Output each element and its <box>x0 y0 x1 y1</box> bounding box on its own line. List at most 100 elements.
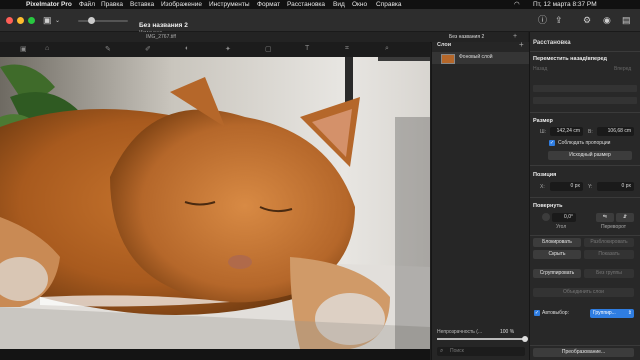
width-field[interactable]: 142,24 cm <box>550 127 583 136</box>
layers-panel: Слои + Фоновый слой Непрозрачность (... … <box>431 40 529 360</box>
zoom-slider[interactable] <box>78 17 128 24</box>
type-tool-icon[interactable]: T <box>305 45 309 52</box>
align-row-1[interactable] <box>533 85 637 92</box>
opacity-value[interactable]: 100 % <box>500 329 514 335</box>
menu-format[interactable]: Формат <box>257 0 280 9</box>
menu-bar: Pixelmator Pro Файл Правка Вставка Изобр… <box>0 0 640 9</box>
palette-icon[interactable]: ◉ <box>603 15 611 25</box>
x-field[interactable]: 0 px <box>550 182 583 191</box>
arrange-tool-icon[interactable]: ⌂ <box>45 45 49 52</box>
flip-vertical-icon: ⇵ <box>622 214 628 220</box>
tools-strip: ▣ ⌂ ✎ ✐ ◐ ✦ ▢ T ⌗ ⌕ <box>0 42 430 57</box>
lock-button[interactable]: Блокировать <box>533 238 581 247</box>
autoselect-value: Группир... <box>593 310 616 316</box>
color-tool-icon[interactable]: ◐ <box>185 45 189 52</box>
tab-img-2767[interactable]: IMG_2767.tiff <box>146 32 176 42</box>
chevron-updown-icon: ⇕ <box>627 310 632 316</box>
move-tool-icon[interactable]: ▣ <box>20 45 27 53</box>
autoselect-checkbox[interactable]: ✓ <box>534 310 540 316</box>
menu-view[interactable]: Вид <box>333 0 345 9</box>
menu-file[interactable]: Файл <box>79 0 95 9</box>
tab-active-document[interactable]: Без названия 2 <box>449 32 484 42</box>
show-button[interactable]: Показать <box>584 250 634 259</box>
group-button[interactable]: Сгруппировать <box>533 269 581 278</box>
opacity-slider[interactable] <box>437 336 528 342</box>
arrange-title: Расстановка <box>533 40 571 46</box>
zoom-window-button[interactable] <box>28 17 35 24</box>
tools-icon[interactable]: ⚙ <box>583 15 591 25</box>
autoselect-label: Автовыбор: <box>542 310 569 316</box>
effects-tool-icon[interactable]: ✦ <box>225 45 231 53</box>
keep-ratio-checkbox[interactable]: ✓ <box>549 140 555 146</box>
keep-ratio-label: Соблюдать пропорции <box>558 140 611 146</box>
layer-row[interactable]: Фоновый слой <box>432 52 529 64</box>
move-section-title: Переместить назад/вперед <box>533 56 608 62</box>
angle-field[interactable]: 0,0° <box>552 213 576 222</box>
rotate-section-title: Повернуть <box>533 203 563 209</box>
app-menu[interactable]: Pixelmator Pro <box>26 0 72 9</box>
angle-dial[interactable] <box>542 213 550 221</box>
toolbar: ▣ ⌄ Без названия 2 Изменено ⓘ ⇪ ⚙ ◉ ▤ <box>0 9 640 36</box>
menu-tools[interactable]: Инструменты <box>209 0 250 9</box>
position-section-title: Позиция <box>533 172 557 178</box>
menubar-clock[interactable]: Пт, 12 марта 8:37 PM <box>533 0 597 9</box>
brush-tool-icon[interactable]: ✐ <box>145 45 151 53</box>
opacity-slider-knob[interactable] <box>522 336 528 342</box>
document-title: Без названия 2 <box>139 22 188 29</box>
cat-photo <box>0 57 430 349</box>
unlock-button[interactable]: Разблокировать <box>584 238 634 247</box>
canvas-footer <box>0 349 430 360</box>
search-icon: ⌕ <box>440 348 444 354</box>
zoom-slider-knob[interactable] <box>88 17 95 24</box>
chevron-down-icon[interactable]: ⌄ <box>55 16 60 26</box>
y-field[interactable]: 0 px <box>597 182 634 191</box>
layer-thumbnail <box>441 54 455 64</box>
original-size-button[interactable]: Исходный размер <box>548 151 632 160</box>
info-icon[interactable]: ⓘ <box>538 15 547 25</box>
merge-layers-button[interactable]: Объединить слои <box>533 288 634 297</box>
new-tab-button[interactable]: + <box>513 32 517 42</box>
selection-tool-icon[interactable]: ▢ <box>265 45 272 53</box>
move-forward-label: Вперед <box>614 66 632 72</box>
flip-vertical-button[interactable]: ⇵ <box>616 213 634 222</box>
move-back-label: Назад <box>533 66 548 72</box>
menu-edit[interactable]: Правка <box>101 0 123 9</box>
flip-horizontal-button[interactable]: ⇋ <box>596 213 614 222</box>
menu-arrange[interactable]: Расстановка <box>287 0 325 9</box>
crop-tool-icon[interactable]: ⌗ <box>345 45 349 53</box>
image-canvas[interactable] <box>0 57 430 349</box>
transform-button[interactable]: Преобразование... <box>533 348 634 357</box>
autoselect-dropdown[interactable]: Группир... ⇕ <box>590 309 634 318</box>
menu-insert[interactable]: Вставка <box>130 0 154 9</box>
minimize-window-button[interactable] <box>17 17 24 24</box>
zoom-tool-icon[interactable]: ⌕ <box>385 45 389 53</box>
layers-title: Слои <box>437 42 452 48</box>
menu-window[interactable]: Окно <box>352 0 367 9</box>
menu-help[interactable]: Справка <box>376 0 402 9</box>
flip-horizontal-icon: ⇋ <box>602 214 608 220</box>
height-field[interactable]: 106,68 cm <box>597 127 634 136</box>
layer-name: Фоновый слой <box>459 54 493 60</box>
close-window-button[interactable] <box>6 17 13 24</box>
add-layer-button[interactable]: + <box>519 40 524 49</box>
opacity-slider-fill <box>437 338 525 340</box>
share-icon[interactable]: ⇪ <box>555 15 563 25</box>
align-row-2[interactable] <box>533 97 637 104</box>
wifi-icon[interactable]: ◠ <box>514 0 520 9</box>
layer-search-field[interactable]: ⌕ Поиск <box>437 347 525 356</box>
sidebar-right-icon[interactable]: ▤ <box>622 15 631 25</box>
opacity-label: Непрозрачность (... <box>437 329 483 335</box>
size-section-title: Размер <box>533 118 553 124</box>
angle-label: Угол <box>556 224 567 230</box>
height-label: В: <box>588 129 593 135</box>
layer-search-placeholder: Поиск <box>450 348 464 354</box>
ungroup-button[interactable]: Без группы <box>584 269 634 278</box>
sidebar-toggle-icon[interactable]: ▣ <box>43 15 52 25</box>
hide-button[interactable]: Скрыть <box>533 250 581 259</box>
style-tool-icon[interactable]: ✎ <box>105 45 111 53</box>
menu-image[interactable]: Изображение <box>161 0 202 9</box>
flip-label: Переворот <box>601 224 627 230</box>
x-label: X: <box>540 184 545 190</box>
width-label: Ш: <box>540 129 546 135</box>
arrange-panel: Расстановка Переместить назад/вперед Наз… <box>529 32 640 360</box>
